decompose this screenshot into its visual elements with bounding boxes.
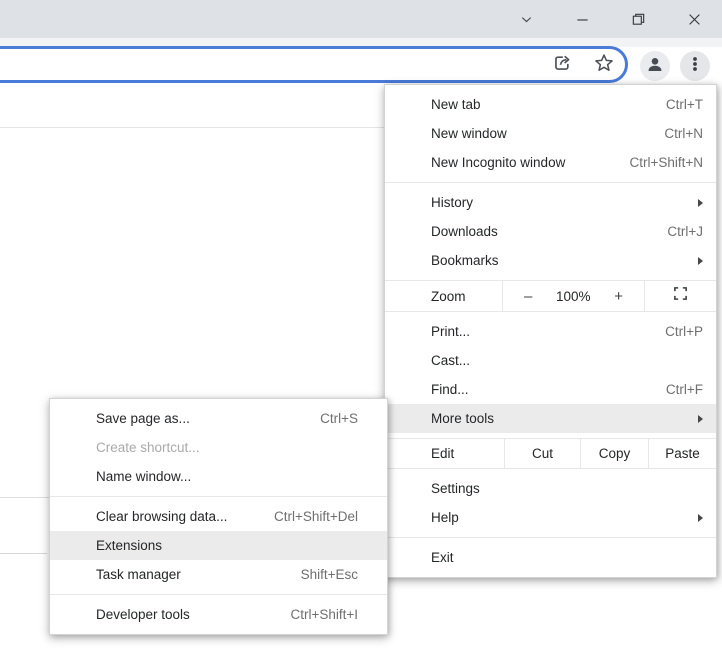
- menu-item-label: Exit: [431, 550, 454, 565]
- submenu-item-save-page-as[interactable]: Save page as... Ctrl+S: [50, 404, 387, 433]
- menu-item-shortcut: Shift+Esc: [300, 567, 358, 582]
- menu-item-bookmarks[interactable]: Bookmarks: [385, 246, 716, 275]
- menu-item-label: Developer tools: [96, 607, 190, 622]
- three-dots-vertical-icon: [686, 55, 704, 78]
- menu-item-label: New window: [431, 126, 507, 141]
- menu-item-label: New tab: [431, 97, 481, 112]
- menu-item-shortcut: Ctrl+Shift+N: [629, 155, 703, 170]
- menu-item-label: Print...: [431, 324, 471, 339]
- address-bar[interactable]: [0, 46, 628, 83]
- minimize-icon: [575, 12, 590, 27]
- menu-item-shortcut: Ctrl+F: [665, 382, 703, 397]
- menu-item-label: Help: [431, 510, 459, 525]
- menu-item-settings[interactable]: Settings: [385, 474, 716, 503]
- menu-item-cast[interactable]: Cast...: [385, 346, 716, 375]
- menu-item-label: New Incognito window: [431, 155, 566, 170]
- submenu-item-clear-browsing-data[interactable]: Clear browsing data... Ctrl+Shift+Del: [50, 502, 387, 531]
- menu-item-shortcut: Ctrl+Shift+I: [290, 607, 358, 622]
- submenu-arrow-icon: [698, 198, 703, 207]
- submenu-item-extensions[interactable]: Extensions: [50, 531, 387, 560]
- menu-item-new-incognito-window[interactable]: New Incognito window Ctrl+Shift+N: [385, 148, 716, 177]
- submenu-arrow-icon: [698, 256, 703, 265]
- menu-item-label: Create shortcut...: [96, 440, 200, 455]
- menu-item-shortcut: Ctrl+P: [665, 324, 703, 339]
- submenu-item-create-shortcut: Create shortcut...: [50, 433, 387, 462]
- star-icon: [593, 52, 615, 79]
- menu-item-new-window[interactable]: New window Ctrl+N: [385, 119, 716, 148]
- menu-item-label: Task manager: [96, 567, 181, 582]
- window-controls: [498, 0, 722, 38]
- menu-item-label: Save page as...: [96, 411, 190, 426]
- menu-item-more-tools[interactable]: More tools: [385, 404, 716, 433]
- person-icon: [646, 55, 664, 78]
- menu-item-label: History: [431, 195, 474, 210]
- submenu-item-task-manager[interactable]: Task manager Shift+Esc: [50, 560, 387, 589]
- window-chevron-button[interactable]: [498, 0, 554, 38]
- menu-item-help[interactable]: Help: [385, 503, 716, 532]
- profile-avatar-button[interactable]: [640, 51, 670, 81]
- copy-button[interactable]: Copy: [581, 439, 649, 468]
- menu-item-shortcut: Ctrl+J: [667, 224, 703, 239]
- menu-item-shortcut: Ctrl+S: [320, 411, 358, 426]
- cut-button[interactable]: Cut: [505, 439, 581, 468]
- restore-button[interactable]: [610, 0, 666, 38]
- submenu-item-developer-tools[interactable]: Developer tools Ctrl+Shift+I: [50, 600, 387, 629]
- menu-item-label: Cast...: [431, 353, 471, 368]
- minimize-button[interactable]: [554, 0, 610, 38]
- menu-item-label: Clear browsing data...: [96, 509, 228, 524]
- zoom-in-button[interactable]: +: [614, 289, 623, 304]
- menu-item-shortcut: Ctrl+Shift+Del: [273, 509, 358, 524]
- zoom-level: 100%: [556, 288, 591, 304]
- restore-icon: [631, 12, 646, 27]
- menu-item-find[interactable]: Find... Ctrl+F: [385, 375, 716, 404]
- zoom-label: Zoom: [385, 281, 503, 311]
- close-button[interactable]: [666, 0, 722, 38]
- menu-item-shortcut: Ctrl+N: [664, 126, 703, 141]
- menu-item-label: Extensions: [96, 538, 163, 553]
- browser-menu: New tab Ctrl+T New window Ctrl+N New Inc…: [384, 84, 717, 578]
- menu-item-label: Bookmarks: [431, 253, 499, 268]
- share-button[interactable]: [549, 52, 575, 78]
- more-tools-submenu: Save page as... Ctrl+S Create shortcut..…: [49, 398, 388, 635]
- page-divider: [0, 497, 49, 498]
- submenu-arrow-icon: [698, 414, 703, 423]
- menu-item-shortcut: Ctrl+T: [665, 97, 703, 112]
- menu-item-new-tab[interactable]: New tab Ctrl+T: [385, 90, 716, 119]
- menu-item-exit[interactable]: Exit: [385, 543, 716, 572]
- page-divider: [0, 553, 47, 554]
- edit-row: Edit Cut Copy Paste: [385, 439, 716, 468]
- menu-item-print[interactable]: Print... Ctrl+P: [385, 317, 716, 346]
- menu-item-label: Find...: [431, 382, 469, 397]
- menu-item-history[interactable]: History: [385, 188, 716, 217]
- menu-item-label: Downloads: [431, 224, 498, 239]
- zoom-row: Zoom – 100% +: [385, 281, 716, 311]
- close-icon: [687, 12, 702, 27]
- edit-label: Edit: [385, 439, 505, 468]
- menu-item-downloads[interactable]: Downloads Ctrl+J: [385, 217, 716, 246]
- submenu-item-name-window[interactable]: Name window...: [50, 462, 387, 491]
- fullscreen-button[interactable]: [645, 281, 716, 311]
- submenu-arrow-icon: [698, 513, 703, 522]
- menu-item-label: Settings: [431, 481, 480, 496]
- menu-item-label: Name window...: [96, 469, 192, 484]
- bookmark-star-button[interactable]: [591, 52, 617, 78]
- share-icon: [551, 52, 573, 79]
- menu-item-label: More tools: [431, 411, 495, 426]
- zoom-out-button[interactable]: –: [524, 289, 532, 304]
- paste-button[interactable]: Paste: [649, 439, 716, 468]
- page-divider: [0, 127, 384, 128]
- zoom-controls: – 100% +: [503, 281, 645, 311]
- chevron-down-icon: [519, 12, 534, 27]
- fullscreen-icon: [673, 286, 688, 306]
- browser-menu-button[interactable]: [680, 51, 710, 81]
